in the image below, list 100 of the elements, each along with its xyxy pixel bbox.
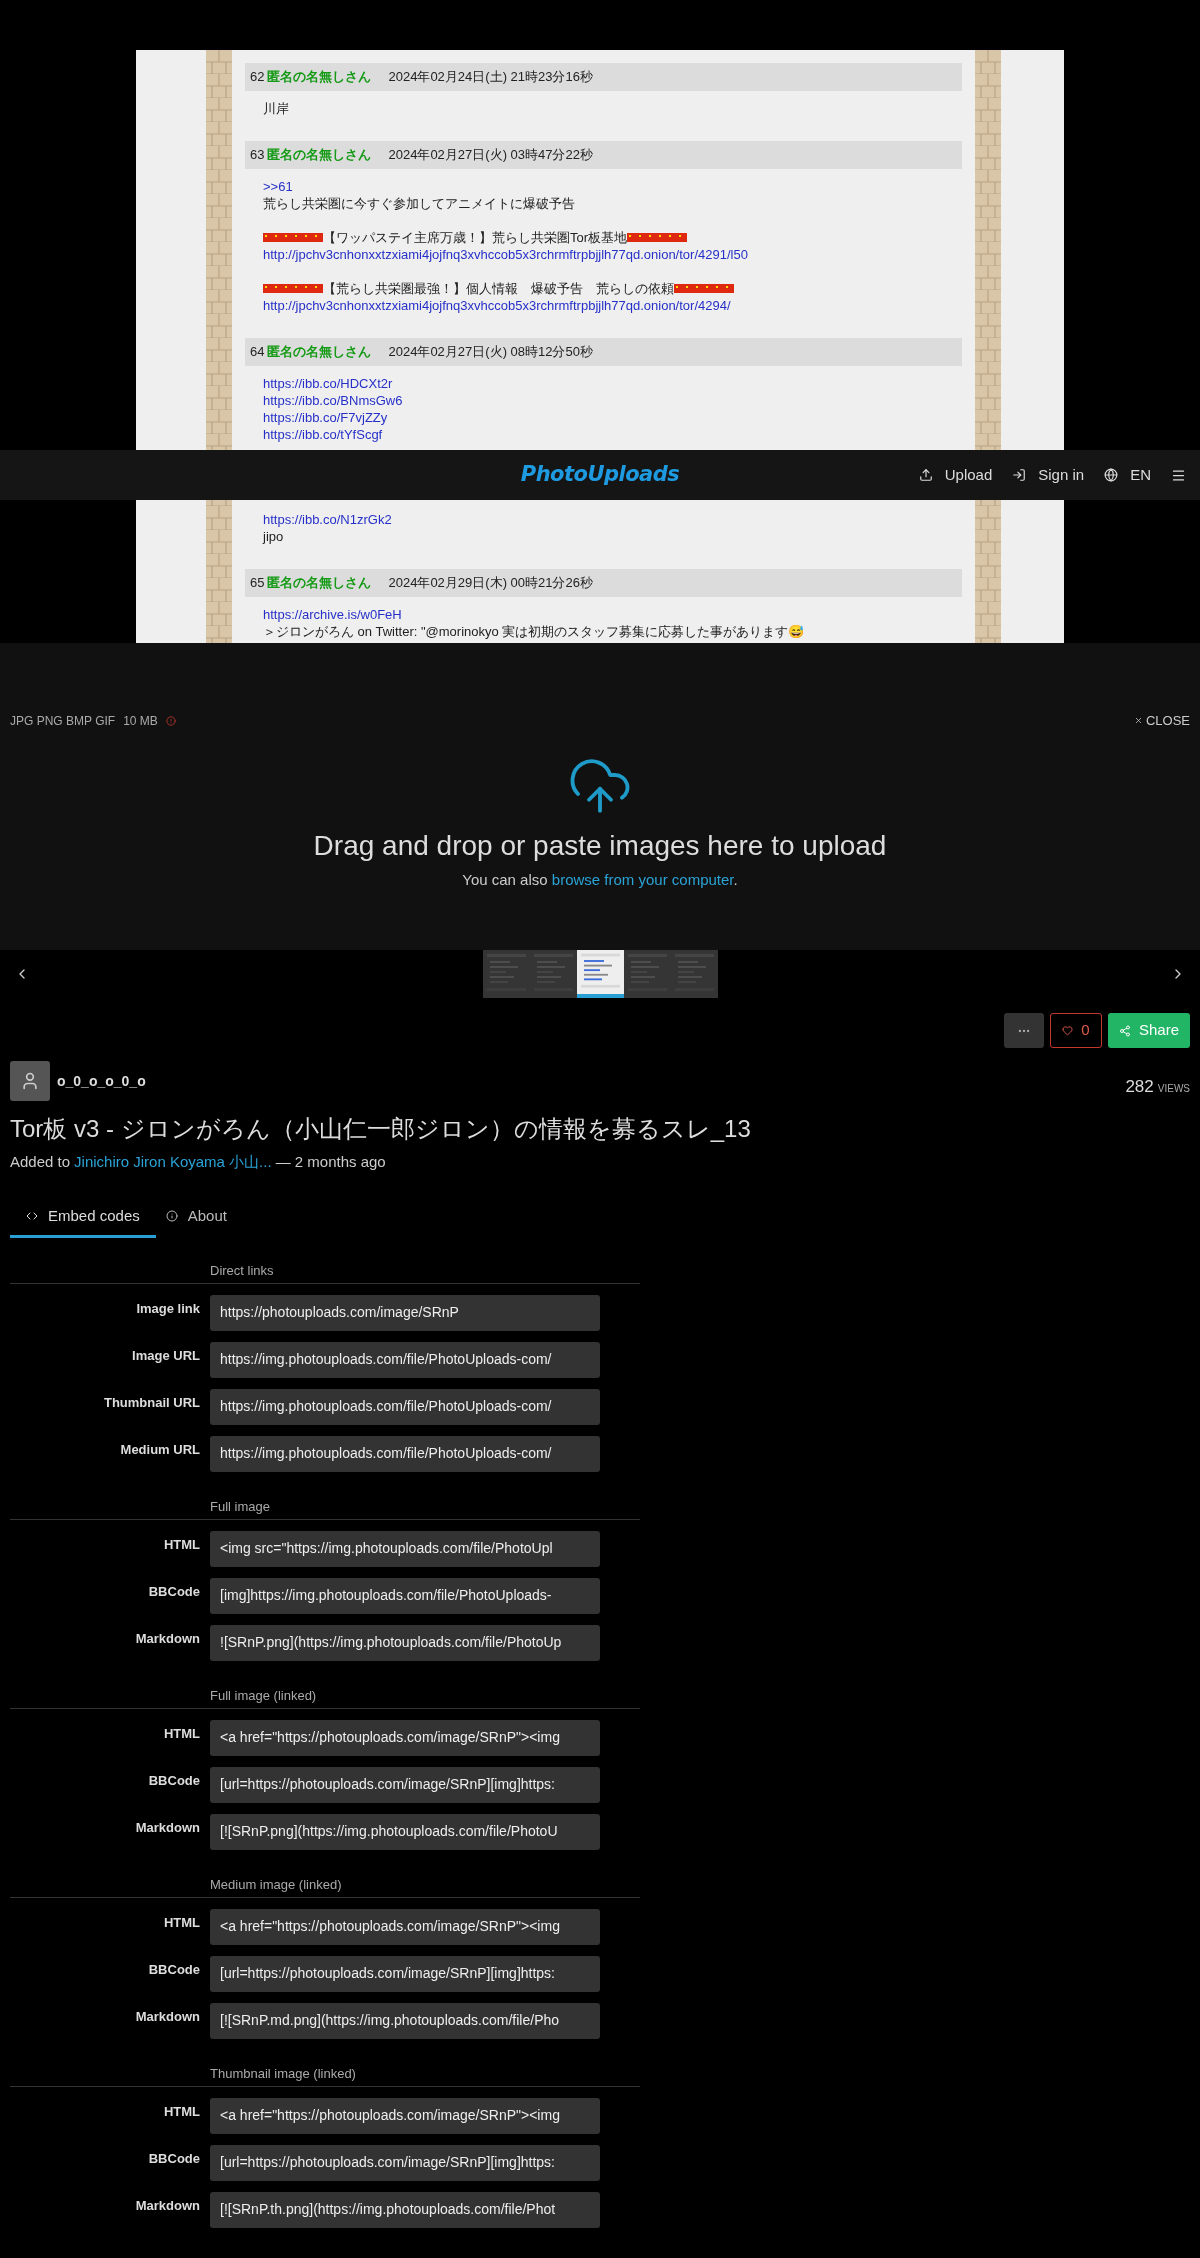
poster-name: 匿名の名無しさん	[267, 574, 372, 593]
upload-heading: Drag and drop or paste images here to upload	[312, 829, 888, 863]
post-link[interactable]: https://ibb.co/F7vjZZy	[263, 409, 388, 426]
added-label: Added to	[10, 1152, 71, 1172]
code-field[interactable]: ![SRnP.png](https://img.photouploads.com/file/PhotoUp	[210, 1624, 600, 1661]
post-text: 【ワッパステイ主席万歳！】荒らし共栄圏Tor板基地	[323, 229, 628, 246]
section-heading: Full image	[210, 1498, 270, 1514]
file-size-limit: 10 MB	[123, 713, 158, 730]
alert-icon	[165, 716, 176, 726]
post-link[interactable]: https://ibb.co/tYfScgf	[263, 426, 383, 443]
post-text: jipo	[263, 528, 284, 545]
field-label: Image URL	[131, 1346, 200, 1365]
post-text: 【荒らし共栄圏最強！】個人情報 爆破予告 荒らしの依頼	[323, 280, 674, 297]
post-number: 64	[250, 343, 265, 362]
share-icon	[1119, 1024, 1131, 1037]
globe-icon	[1104, 468, 1119, 482]
close-icon	[1133, 715, 1143, 725]
post-text: 川岸	[263, 100, 289, 117]
heart-icon	[1062, 1025, 1074, 1036]
field-label: BBCode	[147, 2149, 200, 2168]
upload-hint: You can also browse from your computer.	[461, 870, 739, 890]
post-link[interactable]: https://ibb.co/N1zrGk2	[263, 511, 392, 528]
code-field[interactable]: [url=https://photouploads.com/image/SRnP][img]https:	[210, 2144, 600, 2181]
post-link[interactable]: https://ibb.co/HDCXt2r	[263, 375, 393, 392]
field-label: HTML	[162, 2102, 200, 2121]
field-label: Markdown	[134, 1818, 200, 1837]
flags-drawing	[263, 284, 323, 293]
post-text: 荒らし共栄圏に今すぐ参加してアニメイトに爆破予告	[263, 195, 575, 212]
field-label: Thumbnail URL	[102, 1393, 200, 1412]
code-field[interactable]: [![SRnP.md.png](https://img.photouploads.com/file/Pho	[210, 2002, 600, 2039]
code-field[interactable]: <img src="https://img.photouploads.com/file/PhotoUpl	[210, 1530, 600, 1567]
poster-name: 匿名の名無しさん	[267, 343, 372, 362]
flags-drawing	[263, 233, 323, 242]
sign-in-icon	[1012, 468, 1027, 482]
image-title: Tor板 v3 - ジロンがろん（小山仁一郎ジロン）の情報を募るスレ_13	[9, 1114, 752, 1144]
field-label: BBCode	[147, 1960, 200, 1979]
post-text: ＞ジロンがろん on Twitter: "@morinokyo 実は初期のスタッフ募集に応募した事があります😅	[263, 623, 805, 640]
poster-name: 匿名の名無しさん	[267, 68, 372, 87]
code-field[interactable]: https://photouploads.com/image/SRnP	[210, 1294, 600, 1331]
username[interactable]: o_0_o_o_0_o	[57, 1070, 146, 1092]
field-label: HTML	[162, 1724, 200, 1743]
field-label: BBCode	[147, 1582, 200, 1601]
section-heading: Thumbnail image (linked)	[210, 2065, 356, 2081]
code-field[interactable]: https://img.photouploads.com/file/PhotoUploads-com/	[210, 1388, 600, 1425]
site-logo[interactable]: PhotoUploads	[520, 459, 680, 491]
post-link[interactable]: https://archive.is/w0FeH	[263, 606, 402, 623]
tab[interactable]: Embed codes	[10, 1197, 156, 1238]
menu-icon[interactable]	[1171, 467, 1186, 483]
section-heading: Full image (linked)	[210, 1687, 317, 1703]
code-field[interactable]: [url=https://photouploads.com/image/SRnP][img]https:	[210, 1955, 600, 1992]
upload-icon	[918, 468, 933, 482]
album-link[interactable]: Jinichiro Jiron Koyama 小山...	[74, 1151, 272, 1174]
flags-drawing	[674, 284, 734, 293]
post-link[interactable]: https://ibb.co/BNmsGw6	[263, 392, 403, 409]
field-label: Medium URL	[119, 1440, 200, 1459]
post-number: 63	[250, 146, 265, 165]
code-field[interactable]: https://img.photouploads.com/file/PhotoUploads-com/	[210, 1341, 600, 1378]
field-label: Markdown	[134, 2196, 200, 2215]
flags-drawing	[627, 233, 688, 242]
like-button[interactable]: 0	[1050, 1013, 1102, 1048]
post-date: 2024年02月27日(火) 08時12分50秒	[388, 343, 593, 362]
file-formats: JPG PNG BMP GIF	[10, 713, 116, 730]
field-label: BBCode	[147, 1771, 200, 1790]
post-link[interactable]: >>61	[263, 178, 293, 195]
code-field[interactable]: [![SRnP.png](https://img.photouploads.com/file/PhotoU	[210, 1813, 600, 1850]
info-icon	[165, 1210, 178, 1222]
views-label: VIEWS	[1157, 1082, 1190, 1097]
field-label: Markdown	[134, 2007, 200, 2026]
view-count: 282	[1125, 1076, 1154, 1099]
code-field[interactable]: [img]https://img.photouploads.com/file/PhotoUploads-	[210, 1577, 600, 1614]
field-label: HTML	[162, 1535, 200, 1554]
code-field[interactable]: <a href="https://photouploads.com/image/SRnP"><img	[210, 1908, 600, 1945]
section-heading: Medium image (linked)	[210, 1876, 342, 1892]
post-link[interactable]: http://jpchv3cnhonxxtzxiami4jojfnq3xvhccob5x3rchrmftrpbjjlh77qd.onion/tor/4294/	[263, 297, 731, 314]
field-label: Image link	[135, 1299, 200, 1318]
user-icon	[20, 1071, 40, 1091]
nav-link[interactable]: Upload	[918, 463, 993, 487]
nav-link[interactable]: EN	[1104, 463, 1151, 487]
user-avatar[interactable]	[10, 1061, 50, 1101]
nav-link[interactable]: Sign in	[1012, 463, 1085, 487]
code-field[interactable]: https://img.photouploads.com/file/PhotoUploads-com/	[210, 1435, 600, 1472]
code-field[interactable]: <a href="https://photouploads.com/image/SRnP"><img	[210, 1719, 600, 1756]
poster-name: 匿名の名無しさん	[267, 146, 372, 165]
tab[interactable]: About	[155, 1197, 237, 1238]
post-date: 2024年02月29日(木) 00時21分26秒	[388, 574, 593, 593]
code-icon	[26, 1210, 38, 1222]
post-number: 62	[250, 68, 265, 87]
code-field[interactable]: [url=https://photouploads.com/image/SRnP][img]https:	[210, 1766, 600, 1803]
post-link[interactable]: http://jpchv3cnhonxxtzxiami4jojfnq3xvhccob5x3rchrmftrpbjjlh77qd.onion/tor/4291/l50	[263, 246, 748, 263]
upload-time: — 2 months ago	[275, 1152, 386, 1172]
code-field[interactable]: [![SRnP.th.png](https://img.photouploads.com/file/Phot	[210, 2191, 600, 2228]
post-number: 65	[250, 574, 265, 593]
browse-link[interactable]: browse from your computer	[551, 871, 734, 888]
code-field[interactable]: <a href="https://photouploads.com/image/SRnP"><img	[210, 2097, 600, 2134]
close-button[interactable]: CLOSE	[1133, 710, 1190, 730]
field-label: Markdown	[134, 1629, 200, 1648]
post-date: 2024年02月27日(火) 03時47分22秒	[388, 146, 593, 165]
post-date: 2024年02月24日(土) 21時23分16秒	[388, 68, 593, 87]
section-heading: Direct links	[210, 1262, 274, 1278]
field-label: HTML	[162, 1913, 200, 1932]
